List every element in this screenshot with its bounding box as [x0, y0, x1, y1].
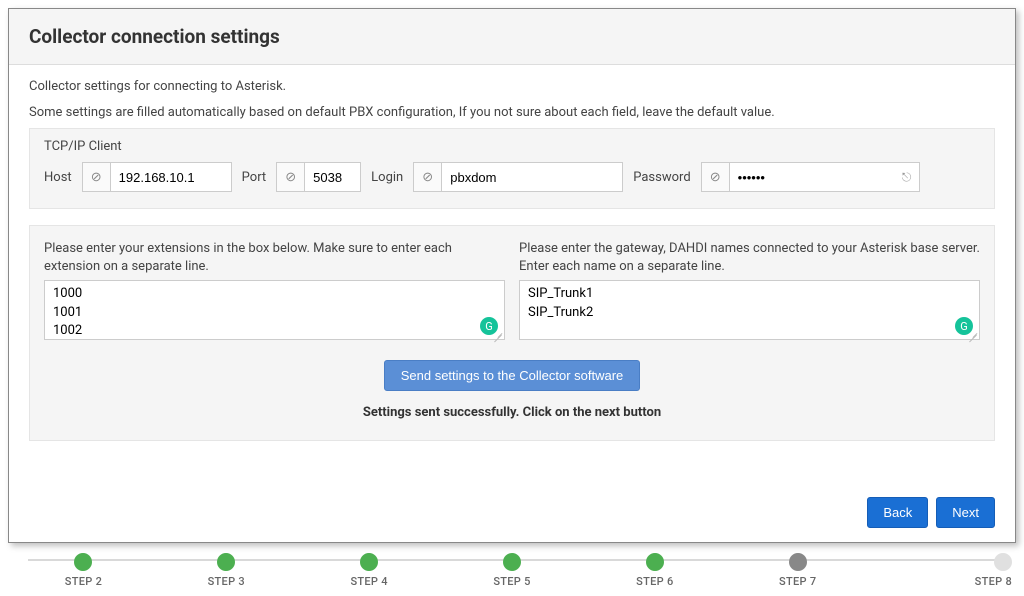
- step-item[interactable]: STEP 7: [726, 553, 869, 588]
- step-dot: [503, 553, 521, 571]
- send-row: Send settings to the Collector software: [44, 360, 980, 391]
- gateways-column: Please enter the gateway, DAHDI names co…: [519, 240, 980, 340]
- password-save-icon[interactable]: ⎋: [895, 163, 919, 191]
- field-info-icon[interactable]: ⊘: [83, 163, 111, 191]
- port-input[interactable]: [305, 163, 360, 191]
- host-label: Host: [44, 170, 72, 185]
- step-dot: [360, 553, 378, 571]
- step-item[interactable]: STEP 3: [155, 553, 298, 588]
- field-info-icon[interactable]: ⊘: [277, 163, 305, 191]
- step-dot: [217, 553, 235, 571]
- step-label: STEP 8: [975, 575, 1012, 588]
- intro-line2: Some settings are filled automatically b…: [29, 103, 995, 123]
- port-input-group: ⊘: [276, 162, 361, 192]
- panel-header: Collector connection settings: [9, 9, 1015, 65]
- step-label: STEP 6: [636, 575, 673, 588]
- send-settings-button[interactable]: Send settings to the Collector software: [384, 360, 641, 391]
- step-dot: [789, 553, 807, 571]
- tcpip-title: TCP/IP Client: [44, 139, 980, 154]
- extensions-textarea[interactable]: [45, 281, 504, 339]
- password-input[interactable]: [730, 163, 895, 191]
- tcpip-fieldset: TCP/IP Client Host ⊘ Port ⊘ Login ⊘ Pass…: [29, 128, 995, 209]
- host-input-group: ⊘: [82, 162, 232, 192]
- status-message: Settings sent successfully. Click on the…: [44, 405, 980, 420]
- step-item[interactable]: STEP 6: [583, 553, 726, 588]
- host-input[interactable]: [111, 163, 231, 191]
- step-item[interactable]: STEP 8: [869, 553, 1012, 588]
- gateways-textarea[interactable]: [520, 281, 979, 339]
- next-button[interactable]: Next: [936, 497, 995, 528]
- page-title: Collector connection settings: [29, 25, 995, 48]
- step-dot: [994, 553, 1012, 571]
- step-dot: [646, 553, 664, 571]
- step-label: STEP 5: [493, 575, 530, 588]
- extensions-wrap: G: [44, 280, 505, 340]
- password-input-group: ⊘ ⎋: [701, 162, 920, 192]
- login-input[interactable]: [442, 163, 622, 191]
- lists-block: Please enter your extensions in the box …: [29, 225, 995, 441]
- intro-line1: Collector settings for connecting to Ast…: [29, 77, 995, 97]
- step-label: STEP 4: [350, 575, 387, 588]
- step-item[interactable]: STEP 5: [441, 553, 584, 588]
- login-label: Login: [371, 170, 403, 185]
- step-label: STEP 2: [65, 575, 102, 588]
- step-item[interactable]: STEP 2: [12, 553, 155, 588]
- tcpip-row: Host ⊘ Port ⊘ Login ⊘ Password ⊘: [44, 162, 980, 192]
- step-label: STEP 3: [208, 575, 245, 588]
- panel-body: Collector settings for connecting to Ast…: [9, 65, 1015, 457]
- resize-handle[interactable]: [970, 330, 978, 338]
- step-item[interactable]: STEP 4: [298, 553, 441, 588]
- login-input-group: ⊘: [413, 162, 623, 192]
- password-label: Password: [633, 170, 690, 185]
- two-columns: Please enter your extensions in the box …: [44, 240, 980, 340]
- extensions-column: Please enter your extensions in the box …: [44, 240, 505, 340]
- gateways-wrap: G: [519, 280, 980, 340]
- settings-panel: Collector connection settings Collector …: [8, 8, 1016, 543]
- gateways-label: Please enter the gateway, DAHDI names co…: [519, 240, 980, 276]
- step-dot: [74, 553, 92, 571]
- step-label: STEP 7: [779, 575, 816, 588]
- field-info-icon[interactable]: ⊘: [702, 163, 730, 191]
- port-label: Port: [242, 170, 267, 185]
- stepper: STEP 2 STEP 3 STEP 4 STEP 5 STEP 6 STEP 7 STEP…: [8, 553, 1016, 588]
- back-button[interactable]: Back: [867, 497, 928, 528]
- extensions-label: Please enter your extensions in the box …: [44, 240, 505, 276]
- resize-handle[interactable]: [495, 330, 503, 338]
- field-info-icon[interactable]: ⊘: [414, 163, 442, 191]
- footer-buttons: Back Next: [9, 457, 1015, 542]
